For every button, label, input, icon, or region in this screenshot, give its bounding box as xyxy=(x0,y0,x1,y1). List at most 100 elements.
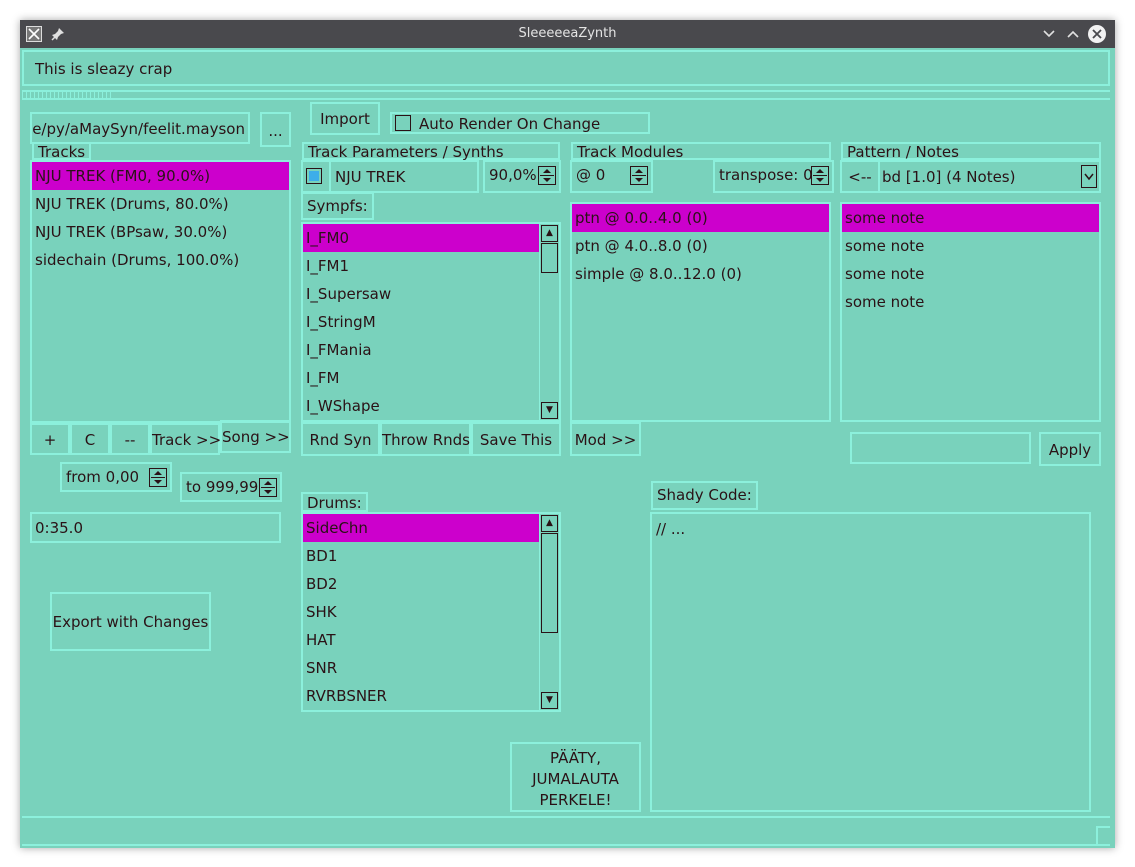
drums-list[interactable]: SideChn BD1 BD2 SHK HAT SNR RVRBSNER ▲ ▼ xyxy=(301,512,561,712)
synth-list-item[interactable]: I_FM1 xyxy=(303,252,539,280)
auto-render-toggle[interactable]: Auto Render On Change xyxy=(390,112,650,134)
note-input[interactable] xyxy=(850,432,1031,464)
scroll-up-icon[interactable]: ▲ xyxy=(541,515,558,532)
song-menu-button[interactable]: Song >> xyxy=(220,420,291,453)
track-params-label: Track Parameters / Synths xyxy=(302,142,560,160)
drum-list-item[interactable]: BD2 xyxy=(303,570,539,598)
browse-button[interactable]: ... xyxy=(260,112,291,147)
progress-strip xyxy=(22,90,1110,100)
time-value: 0:35.0 xyxy=(35,519,83,537)
track-enabled-checkbox[interactable] xyxy=(306,168,322,184)
tracks-list[interactable]: NJU TREK (FM0, 90.0%) NJU TREK (Drums, 80… xyxy=(30,160,291,423)
file-path-text: rze/py/aMaySyn/feelit.mayson xyxy=(30,120,245,138)
position-spin-arrows[interactable] xyxy=(630,166,648,185)
synth-list-item[interactable]: I_StringM xyxy=(303,308,539,336)
drum-list-item[interactable]: RVRBSNER xyxy=(303,682,539,710)
header-box: This is sleazy crap xyxy=(22,50,1110,86)
synth-list-item[interactable]: I_FM0 xyxy=(303,224,539,252)
drum-list-item[interactable]: SideChn xyxy=(303,514,539,542)
to-spinbox[interactable]: to 999,99 xyxy=(180,472,282,502)
status-bar xyxy=(22,816,1110,846)
from-spin-arrows[interactable] xyxy=(149,468,167,487)
auto-render-label: Auto Render On Change xyxy=(419,115,601,133)
track-list-item[interactable]: sidechain (Drums, 100.0%) xyxy=(32,246,289,274)
to-spin-arrows[interactable] xyxy=(259,478,277,497)
from-spinbox[interactable]: from 0,00 xyxy=(60,462,172,492)
module-list-item[interactable]: ptn @ 0.0..4.0 (0) xyxy=(572,204,829,232)
track-menu-button[interactable]: Track >> xyxy=(150,423,221,455)
position-value: @ 0 xyxy=(576,166,606,184)
close-icon[interactable] xyxy=(1087,24,1107,44)
export-button[interactable]: Export with Changes xyxy=(50,592,211,651)
notes-list[interactable]: some note some note some note some note xyxy=(840,202,1101,422)
synth-list-item[interactable]: I_WShape xyxy=(303,392,539,420)
track-list-item[interactable]: NJU TREK (Drums, 80.0%) xyxy=(32,190,289,218)
drums-scrollbar[interactable]: ▲ ▼ xyxy=(539,514,559,710)
position-spinbox[interactable]: @ 0 xyxy=(570,160,653,193)
synth-list-item[interactable]: I_Supersaw xyxy=(303,280,539,308)
track-name-value: NJU TREK xyxy=(335,168,406,186)
modules-list[interactable]: ptn @ 0.0..4.0 (0) ptn @ 4.0..8.0 (0) simp… xyxy=(570,202,831,422)
main-window: SleeeeeaZynth This is sleazy crap rze/py… xyxy=(20,20,1115,848)
file-path-field[interactable]: rze/py/aMaySyn/feelit.mayson xyxy=(30,112,250,144)
pattern-label: Pattern / Notes xyxy=(841,142,1101,160)
paty-button[interactable]: PÄÄTY, JUMALAUTA PERKELE! xyxy=(510,742,641,812)
drum-list-item[interactable]: BD1 xyxy=(303,542,539,570)
scroll-down-icon[interactable]: ▼ xyxy=(541,692,558,709)
rnd-syn-button[interactable]: Rnd Syn xyxy=(301,422,380,456)
synths-scrollbar[interactable]: ▲ ▼ xyxy=(539,224,559,420)
scroll-down-icon[interactable]: ▼ xyxy=(541,402,558,419)
minimize-icon[interactable] xyxy=(1041,26,1057,42)
maximize-icon[interactable] xyxy=(1065,26,1081,42)
synth-list-item[interactable]: I_FM xyxy=(303,364,539,392)
clone-track-button[interactable]: C xyxy=(70,423,110,455)
title-bar: SleeeeeaZynth xyxy=(20,20,1115,48)
volume-spinbox[interactable]: 90,0% xyxy=(483,160,561,193)
synth-list-item[interactable]: I_FMania xyxy=(303,336,539,364)
scroll-thumb[interactable] xyxy=(541,533,558,633)
track-name-field[interactable]: NJU TREK xyxy=(329,162,481,191)
drum-list-item[interactable]: SHK xyxy=(303,598,539,626)
synths-list[interactable]: I_FM0 I_FM1 I_Supersaw I_StringM I_FMania I_F… xyxy=(301,222,561,422)
apply-button[interactable]: Apply xyxy=(1039,432,1101,466)
remove-track-button[interactable]: -- xyxy=(110,423,150,455)
shady-code-label: Shady Code: xyxy=(651,481,758,510)
track-list-item[interactable]: NJU TREK (FM0, 90.0%) xyxy=(32,162,289,190)
module-list-item[interactable]: simple @ 8.0..12.0 (0) xyxy=(572,260,829,288)
note-list-item[interactable]: some note xyxy=(842,288,1099,316)
transpose-spinbox[interactable]: transpose: 0 xyxy=(713,160,834,193)
auto-render-checkbox[interactable] xyxy=(395,115,411,131)
mod-menu-button[interactable]: Mod >> xyxy=(570,422,641,456)
window-title: SleeeeeaZynth xyxy=(518,26,617,41)
transpose-value: transpose: 0 xyxy=(719,166,813,184)
volume-spin-arrows[interactable] xyxy=(538,166,556,185)
import-button[interactable]: Import xyxy=(310,102,380,135)
scroll-up-icon[interactable]: ▲ xyxy=(541,225,558,242)
note-list-item[interactable]: some note xyxy=(842,260,1099,288)
shader-code-editor[interactable]: // ... xyxy=(650,512,1091,812)
volume-value: 90,0% xyxy=(489,166,537,184)
pattern-select[interactable]: bd [1.0] (4 Notes) xyxy=(878,160,1101,193)
drum-list-item[interactable]: SNR xyxy=(303,654,539,682)
shader-code-text: // ... xyxy=(656,520,686,538)
sympfs-label: Sympfs: xyxy=(301,192,374,220)
transpose-spin-arrows[interactable] xyxy=(811,166,829,185)
to-value: to 999,99 xyxy=(186,478,259,496)
drum-list-item[interactable]: HAT xyxy=(303,626,539,654)
add-track-button[interactable]: + xyxy=(30,423,70,455)
save-this-button[interactable]: Save This xyxy=(471,422,561,456)
note-list-item[interactable]: some note xyxy=(842,204,1099,232)
header-text: This is sleazy crap xyxy=(35,60,173,78)
module-list-item[interactable]: ptn @ 4.0..8.0 (0) xyxy=(572,232,829,260)
track-list-item[interactable]: NJU TREK (BPsaw, 30.0%) xyxy=(32,218,289,246)
pattern-select-value: bd [1.0] (4 Notes) xyxy=(882,168,1016,186)
resize-grip[interactable] xyxy=(1096,826,1110,844)
pattern-back-button[interactable]: <-- xyxy=(840,160,880,193)
scroll-thumb[interactable] xyxy=(541,243,558,273)
throw-rnds-button[interactable]: Throw Rnds xyxy=(380,422,471,456)
track-name-row: NJU TREK xyxy=(301,160,479,193)
chevron-down-icon[interactable] xyxy=(1081,165,1097,188)
note-list-item[interactable]: some note xyxy=(842,232,1099,260)
tracks-label: Tracks xyxy=(32,142,92,160)
time-field[interactable]: 0:35.0 xyxy=(30,512,281,543)
